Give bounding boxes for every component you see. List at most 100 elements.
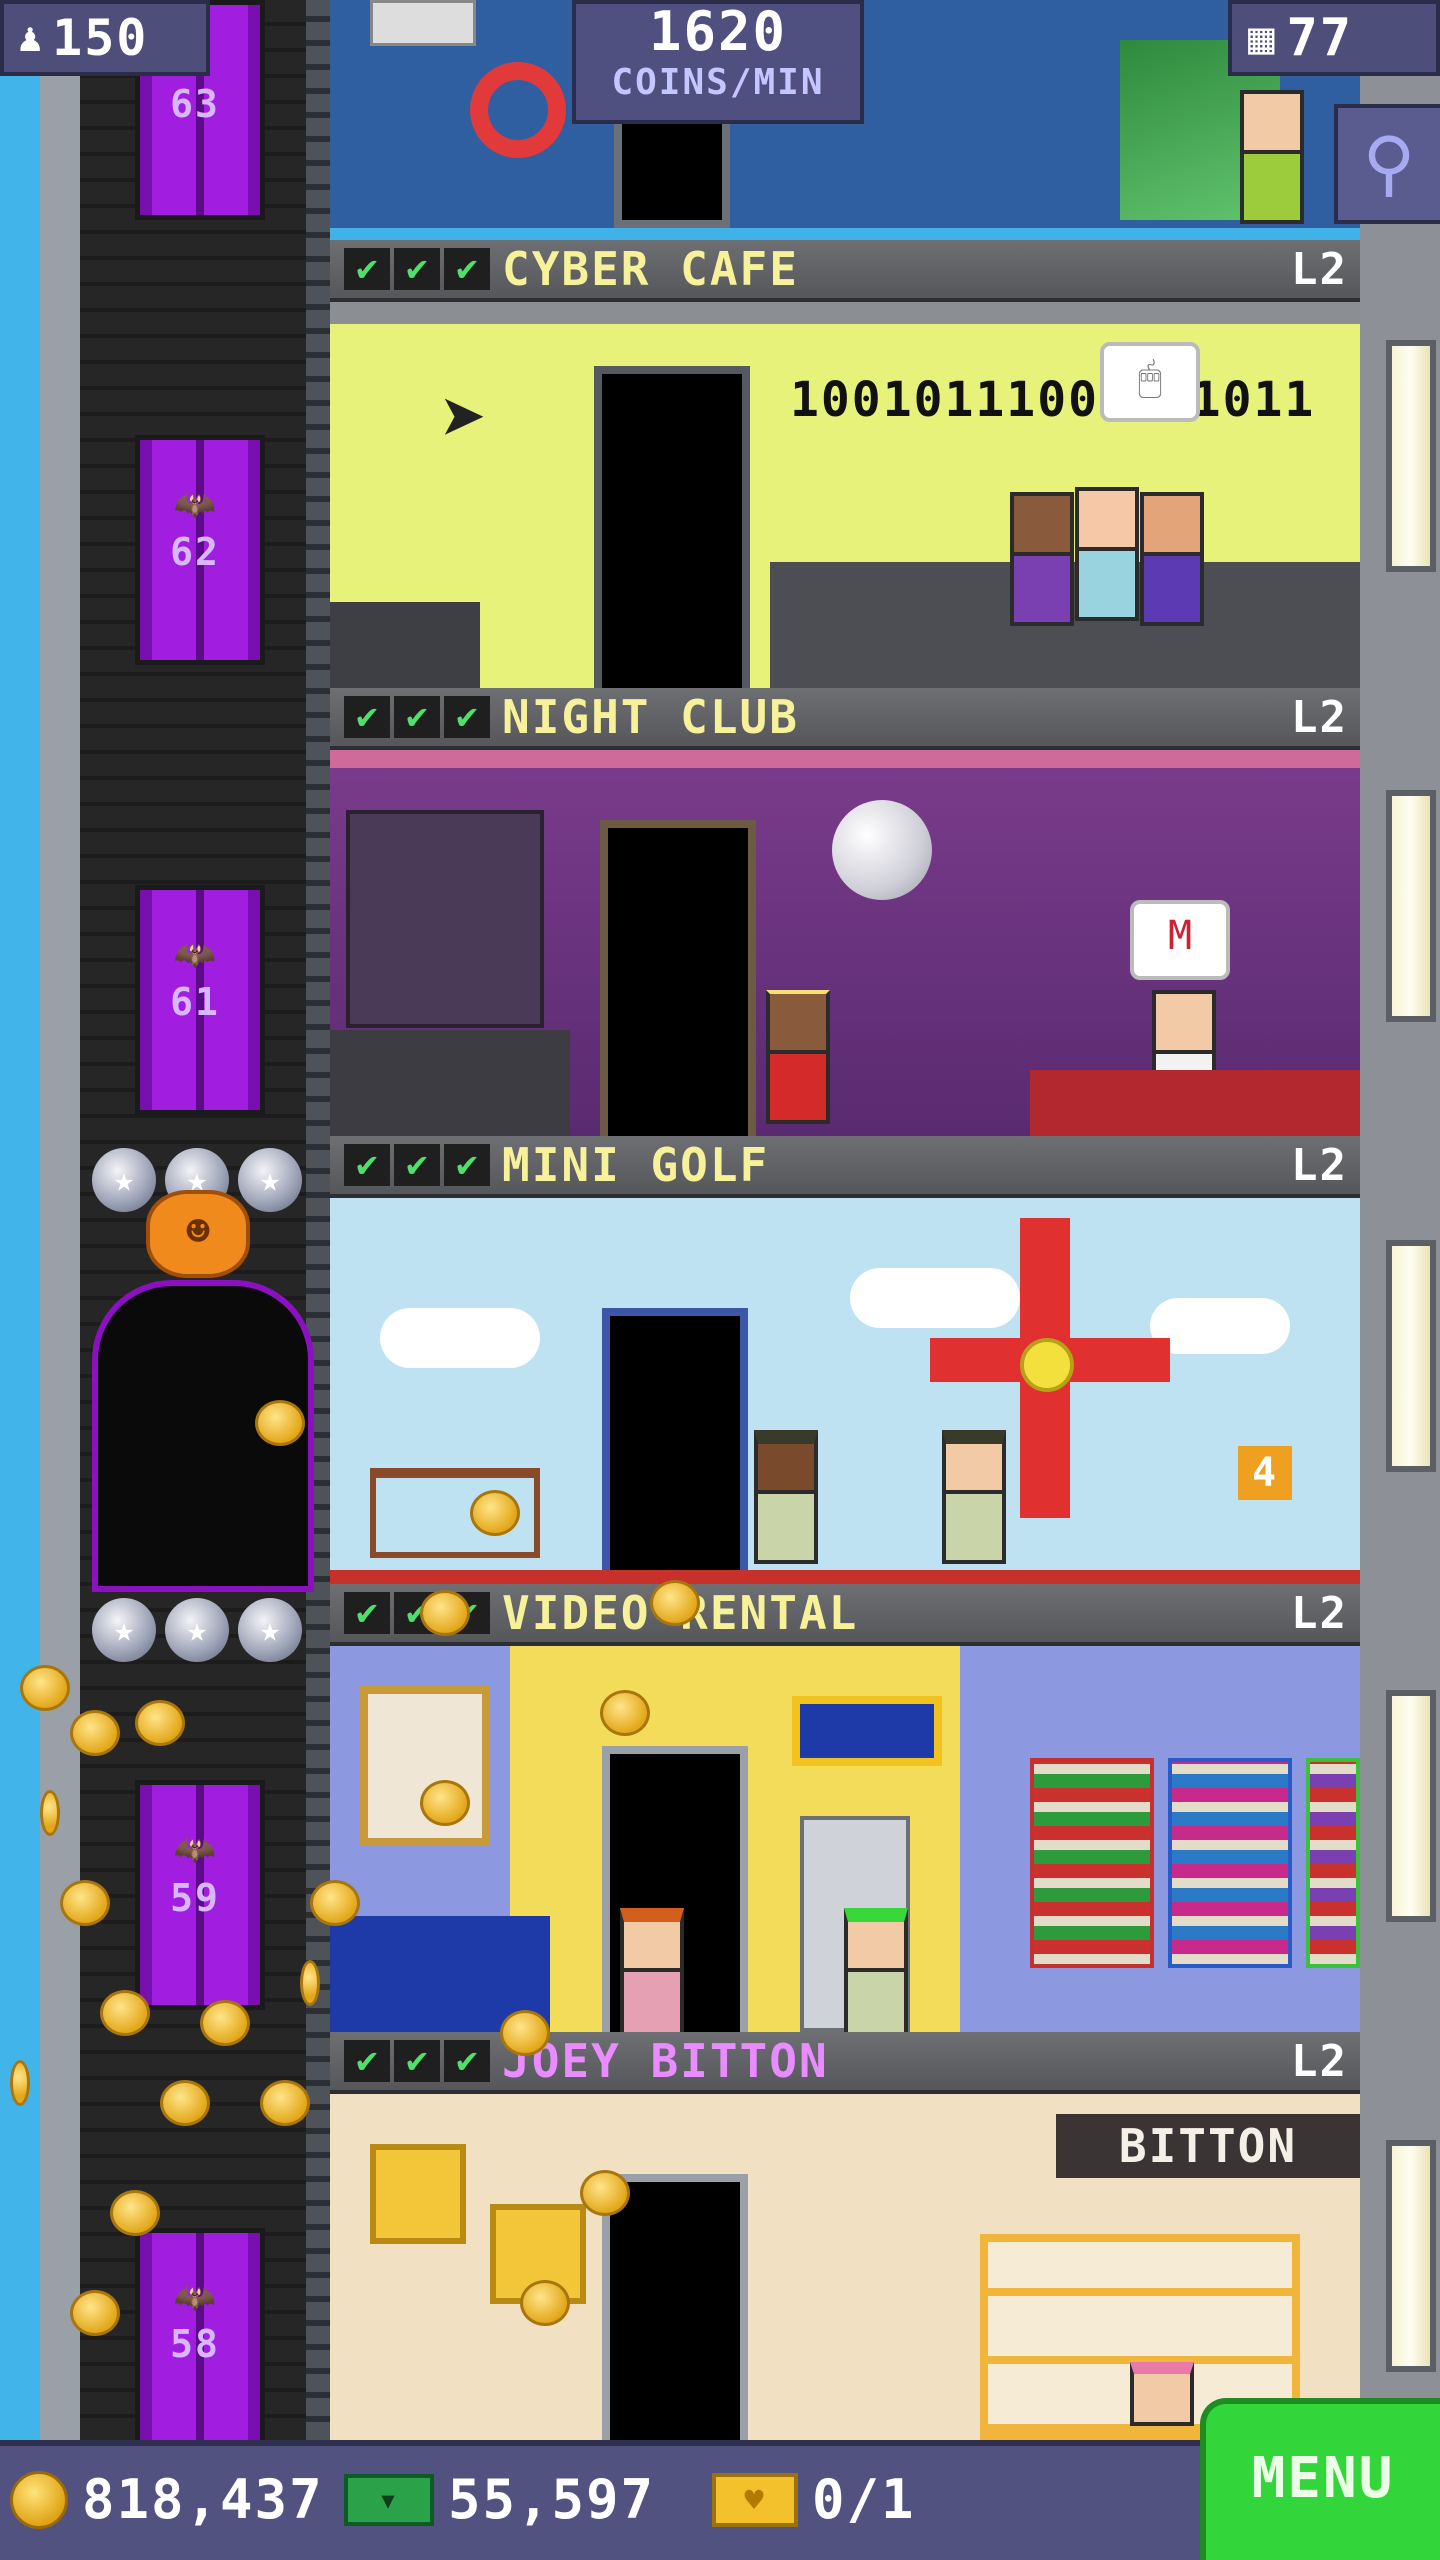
check-icon: ✔ [444,248,490,290]
check-icon: ✔ [344,1592,390,1634]
counter [330,602,480,688]
coin-icon [420,1780,470,1826]
hole-number-sign: 4 [1238,1446,1292,1500]
coin-icon [600,1690,650,1736]
coin-icon [420,1590,470,1636]
disco-ball-icon [832,800,932,900]
golden-ticket-icon: ♥ [712,2472,798,2527]
floor-count-value: 77 [1286,8,1354,68]
star-icon: ★ [165,1598,229,1662]
sign-board [370,0,476,46]
room-night-club[interactable]: ✔ ✔ ✔ NIGHT CLUB L2 M [330,688,1360,1136]
tickets-counter[interactable]: ♥ 0/1 [712,2468,916,2531]
room-header: ✔ ✔ ✔ JOEY BITTON L2 [330,2032,1360,2094]
coin-icon [70,1710,120,1756]
mouse-icon: 🖱 [1100,342,1200,422]
check-icon: ✔ [344,696,390,738]
coin-icon [10,2470,68,2529]
coin-icon [70,2290,120,2336]
room-door [602,2174,748,2440]
coin-rate-display[interactable]: 1620 COINS/MIN [572,0,864,124]
star-icon: ★ [238,1598,302,1662]
display-frame [370,2144,466,2244]
room-level: L2 [1291,1587,1348,1639]
population-counter[interactable]: ♟ 150 [0,0,210,76]
star-icon: ★ [92,1598,156,1662]
menu-button[interactable]: MENU [1200,2398,1440,2560]
tower-resident[interactable] [1140,492,1204,626]
coin-icon [135,1700,185,1746]
tower-window [1386,790,1436,1022]
coin-icon [10,2060,30,2106]
room-interior[interactable]: ➤ 10010111001001011 🖱 [330,302,1360,688]
tower-resident[interactable] [620,1908,684,2032]
coin-icon [520,2280,570,2326]
bux-value: 55,597 [448,2468,656,2531]
room-interior[interactable] [330,1646,1360,2032]
check-icon: ✔ [394,2040,440,2082]
stock-checks: ✔ ✔ ✔ [344,1144,490,1186]
tower-window [1386,340,1436,572]
store-sign: BITTON [1056,2114,1360,2178]
room-cyber-cafe[interactable]: ✔ ✔ ✔ CYBER CAFE L2 ➤ 10010111001001011 … [330,240,1360,688]
room-header: ✔ ✔ ✔ MINI GOLF L2 [330,1136,1360,1198]
bat-icon: 🦇 [173,1830,217,1870]
coins-counter[interactable]: 818,437 [10,2468,324,2531]
bat-icon: 🦇 [173,485,217,525]
room-video-rental[interactable]: ✔ ✔ ✔ VIDEO RENTAL L2 [330,1584,1360,2032]
tower-resident[interactable] [844,1908,908,2032]
coin-icon [20,1665,70,1711]
cloud-icon [380,1308,540,1368]
tower-resident[interactable] [1240,90,1304,224]
tower-resident[interactable] [754,1430,818,1564]
tower-resident[interactable] [1010,492,1074,626]
coin-icon [255,1400,305,1446]
coin-icon [100,1990,150,2036]
velvet-sofa [1030,1070,1360,1136]
tickets-value: 0/1 [812,2468,916,2531]
room-interior[interactable]: M [330,750,1360,1136]
coin-icon [500,2010,550,2056]
coins-value: 818,437 [82,2468,324,2531]
room-door [594,366,750,688]
tower-resident[interactable] [1130,2362,1194,2426]
tower-bux-icon: ▾ [344,2473,434,2526]
building-icon: ▦ [1248,12,1277,64]
coin-rate-value: 1620 [648,0,788,63]
coin-icon [580,2170,630,2216]
room-header: ✔ ✔ ✔ CYBER CAFE L2 [330,240,1360,302]
check-icon: ✔ [394,696,440,738]
windmill-hub-icon [1020,1338,1074,1392]
dvd-shelf [1168,1758,1292,1968]
neon-strip [330,750,1360,768]
room-joey-bitton[interactable]: ✔ ✔ ✔ JOEY BITTON L2 BITTON [330,2032,1360,2440]
search-button[interactable]: ⚲ [1334,104,1440,224]
elevator-stars-bottom: ★ ★ ★ [92,1598,302,1662]
ticket-sign-icon [792,1696,942,1766]
check-icon: ✔ [444,696,490,738]
room-interior[interactable]: BITTON [330,2094,1360,2440]
elevator-rail [306,0,330,2440]
bux-counter[interactable]: ▾ 55,597 [344,2468,655,2531]
tower-window [1386,1240,1436,1472]
elevator-floor-number: 61 [170,980,220,1024]
coin-icon [650,1580,700,1626]
tower-resident[interactable] [1075,487,1139,621]
elevator-floor-number: 63 [170,82,220,126]
room-door [600,820,756,1136]
coin-icon [200,2000,250,2046]
elevator-floor-number: 62 [170,530,220,574]
check-icon: ✔ [344,1144,390,1186]
room-level: L2 [1291,691,1348,743]
coin-icon [40,1790,60,1836]
bat-icon: 🦇 [173,2278,217,2318]
tower-resident[interactable] [942,1430,1006,1564]
binary-banner: 10010111001001011 [790,372,1316,428]
room-header: ✔ ✔ ✔ NIGHT CLUB L2 [330,688,1360,750]
magnifier-icon: ⚲ [1362,121,1416,205]
coin-icon [110,2190,160,2236]
coin-rate-unit: COINS/MIN [611,62,825,103]
floor-counter[interactable]: ▦ 77 [1228,0,1440,76]
tower-resident[interactable] [766,990,830,1124]
elevator-floor-number: 58 [170,2322,220,2366]
